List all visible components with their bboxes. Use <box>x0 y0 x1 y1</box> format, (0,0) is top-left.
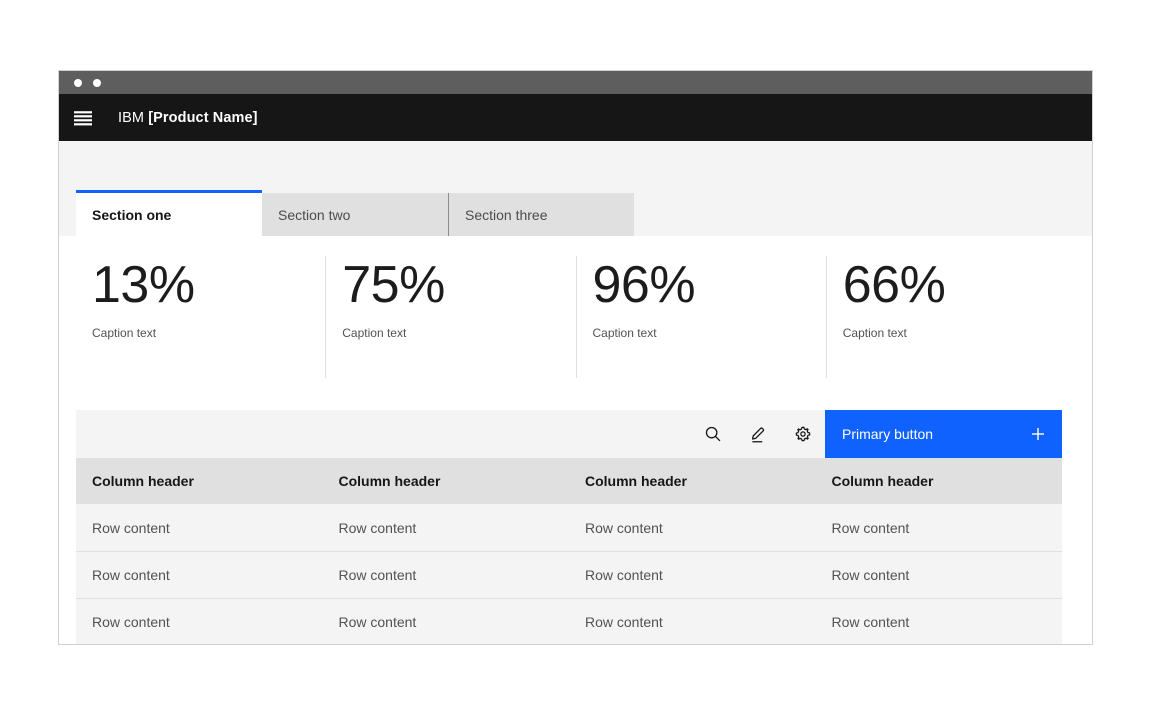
table-row: Row content Row content Row content Row … <box>76 504 1062 551</box>
table-row: Row content Row content Row content Row … <box>76 598 1062 645</box>
main-panel: 13% Caption text 75% Caption text 96% Ca… <box>59 236 1092 644</box>
column-header: Column header <box>323 458 570 504</box>
tab-label: Section two <box>278 207 350 223</box>
table-cell: Row content <box>816 599 1063 645</box>
product-name: [Product Name] <box>148 110 257 126</box>
stat-card: 75% Caption text <box>325 256 575 378</box>
column-header: Column header <box>569 458 816 504</box>
stats-row: 13% Caption text 75% Caption text 96% Ca… <box>76 256 1076 378</box>
stat-value: 96% <box>593 258 826 313</box>
plus-icon <box>1031 427 1045 441</box>
table-cell: Row content <box>816 552 1063 598</box>
settings-icon <box>794 425 812 443</box>
stat-card: 96% Caption text <box>576 256 826 378</box>
tab-section-two[interactable]: Section two <box>262 193 448 236</box>
stat-caption: Caption text <box>342 326 575 340</box>
stat-value: 13% <box>92 258 325 313</box>
table-cell: Row content <box>323 504 570 551</box>
brand-prefix: IBM <box>118 110 148 126</box>
app-title: IBM [Product Name] <box>118 110 258 126</box>
stat-caption: Caption text <box>843 326 1076 340</box>
menu-button[interactable] <box>65 94 101 141</box>
stat-caption: Caption text <box>92 326 325 340</box>
table-cell: Row content <box>569 504 816 551</box>
tab-section-one[interactable]: Section one <box>76 190 262 236</box>
table-cell: Row content <box>816 504 1063 551</box>
stat-caption: Caption text <box>593 326 826 340</box>
table-cell: Row content <box>569 599 816 645</box>
tab-label: Section three <box>465 207 548 223</box>
table-row: Row content Row content Row content Row … <box>76 551 1062 598</box>
stat-card: 13% Caption text <box>76 256 325 378</box>
hamburger-icon <box>73 108 93 128</box>
window-titlebar <box>59 71 1092 94</box>
content-shell: Section one Section two Section three 13… <box>59 141 1092 644</box>
table-toolbar: Primary button <box>76 410 1062 458</box>
window-control-dot[interactable] <box>93 79 101 87</box>
edit-icon <box>749 425 767 443</box>
edit-button[interactable] <box>735 410 780 458</box>
stat-value: 66% <box>843 258 1076 313</box>
primary-button-label: Primary button <box>842 426 933 442</box>
app-header: IBM [Product Name] <box>59 94 1092 141</box>
data-table: Primary button Column header Column head… <box>76 410 1062 645</box>
stat-value: 75% <box>342 258 575 313</box>
table-header-row: Column header Column header Column heade… <box>76 458 1062 504</box>
table-cell: Row content <box>76 552 323 598</box>
tab-section-three[interactable]: Section three <box>448 193 634 236</box>
tab-bar: Section one Section two Section three <box>76 190 634 236</box>
stat-card: 66% Caption text <box>826 256 1076 378</box>
primary-button[interactable]: Primary button <box>825 410 1062 458</box>
search-icon <box>704 425 722 443</box>
table-cell: Row content <box>323 599 570 645</box>
table-cell: Row content <box>76 599 323 645</box>
column-header: Column header <box>76 458 323 504</box>
settings-button[interactable] <box>780 410 825 458</box>
table-cell: Row content <box>76 504 323 551</box>
app-window: IBM [Product Name] Section one Section t… <box>58 70 1093 645</box>
table-cell: Row content <box>569 552 816 598</box>
table-cell: Row content <box>323 552 570 598</box>
window-control-dot[interactable] <box>74 79 82 87</box>
search-button[interactable] <box>690 410 735 458</box>
column-header: Column header <box>816 458 1063 504</box>
tab-label: Section one <box>92 207 171 223</box>
